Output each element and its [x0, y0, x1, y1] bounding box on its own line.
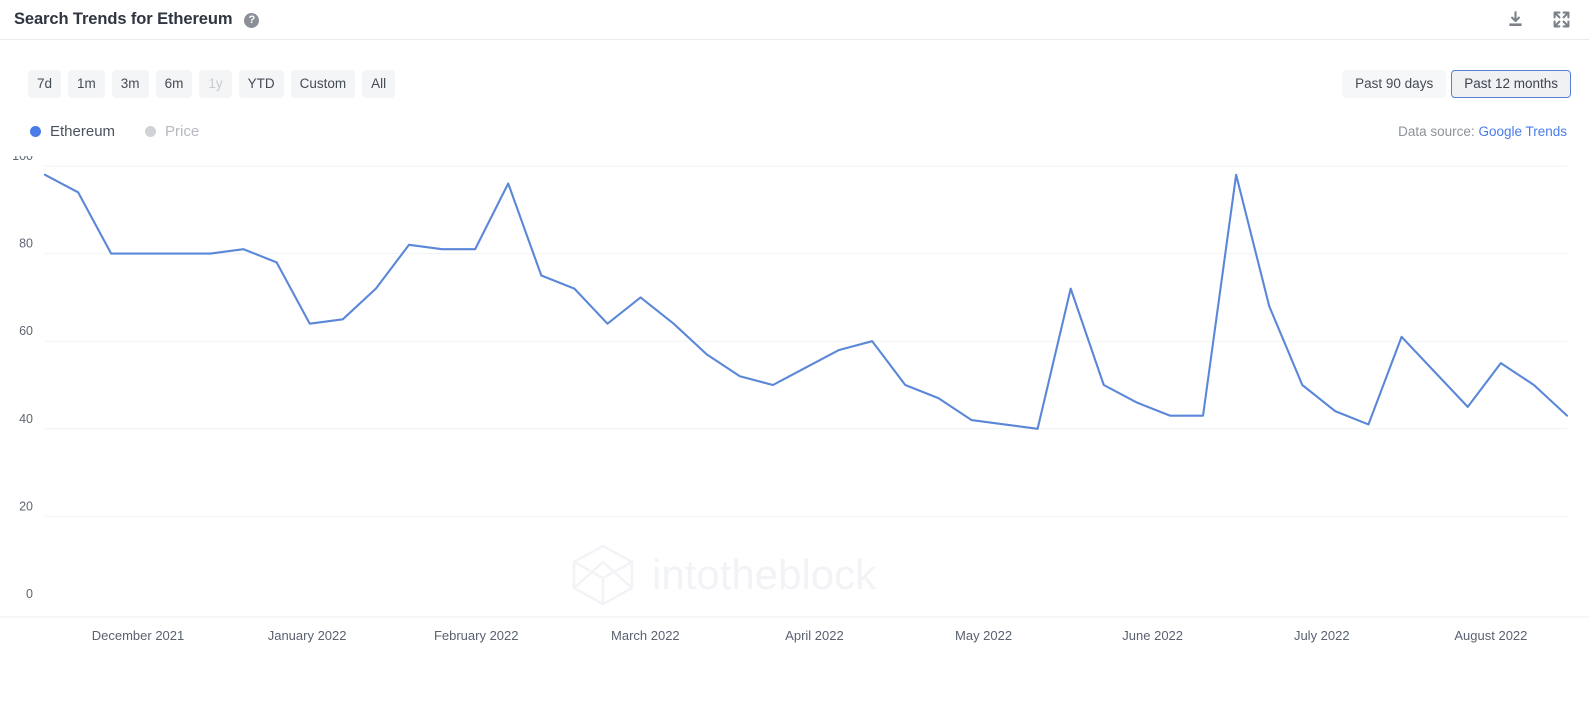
x-axis-tick-0: December 2021 — [92, 628, 185, 643]
fullscreen-expand-icon[interactable] — [1551, 10, 1571, 30]
chart-controls: 7d 1m 3m 6m 1y YTD Custom All Past 90 days Past … — [0, 70, 1589, 98]
chart-canvas[interactable]: 0 20 40 60 80 100 December 2021 January 2022 Feb… — [0, 156, 1589, 664]
download-icon[interactable] — [1505, 10, 1525, 30]
x-axis-tick-6: June 2022 — [1122, 628, 1183, 643]
x-axis-tick-4: April 2022 — [785, 628, 844, 643]
series-line-ethereum — [43, 173, 1569, 430]
y-axis-tick-100: 100 — [12, 156, 33, 163]
legend-items: Ethereum Price — [30, 123, 199, 140]
y-axis-tick-40: 40 — [19, 412, 33, 426]
y-axis-tick-0: 0 — [26, 587, 33, 601]
range-button-1y: 1y — [199, 70, 232, 98]
range-button-1m[interactable]: 1m — [68, 70, 105, 98]
legend-item-label: Price — [165, 122, 200, 140]
period-button-past-12-months[interactable]: Past 12 months — [1451, 70, 1571, 98]
y-axis-tick-60: 60 — [19, 324, 33, 338]
search-trends-widget: Search Trends for Ethereum ? 7d 1m 3m 6m… — [0, 0, 1589, 704]
y-axis-tick-20: 20 — [19, 499, 33, 513]
x-axis-tick-3: March 2022 — [611, 628, 680, 643]
range-button-3m[interactable]: 3m — [111, 70, 149, 98]
question-mark-circle-icon[interactable]: ? — [244, 13, 260, 28]
widget-header: Search Trends for Ethereum ? — [0, 0, 1589, 40]
period-toggle-group: Past 90 days Past 12 months — [1342, 70, 1571, 98]
page-title: Search Trends for Ethereum — [14, 10, 233, 28]
range-button-7d[interactable]: 7d — [28, 70, 62, 98]
x-axis-tick-5: May 2022 — [955, 628, 1012, 643]
range-button-all[interactable]: All — [362, 70, 396, 98]
x-axis-tick-2: February 2022 — [434, 628, 519, 643]
legend-item-price[interactable]: Price — [145, 123, 199, 140]
header-actions — [1505, 10, 1571, 30]
range-button-6m[interactable]: 6m — [155, 70, 193, 98]
range-selector-group: 7d 1m 3m 6m 1y YTD Custom All — [28, 70, 396, 98]
chart-legend-row: Ethereum Price Data source: Google Trends — [0, 120, 1589, 142]
data-source: Data source: Google Trends — [1398, 124, 1567, 139]
x-axis-tick-1: January 2022 — [268, 628, 347, 643]
x-axis-tick-8: August 2022 — [1454, 628, 1527, 643]
line-chart: intotheblock 0 20 40 60 80 100 December 2021 Ja… — [0, 156, 1589, 664]
x-axis-tick-7: July 2022 — [1294, 628, 1350, 643]
legend-color-dot — [30, 125, 41, 137]
range-button-custom[interactable]: Custom — [290, 70, 356, 98]
data-source-prefix: Data source: — [1398, 123, 1475, 139]
legend-item-ethereum[interactable]: Ethereum — [30, 123, 115, 140]
legend-item-label: Ethereum — [50, 122, 116, 140]
range-button-ytd[interactable]: YTD — [238, 70, 284, 98]
y-axis-tick-80: 80 — [19, 237, 33, 251]
legend-color-dot — [145, 125, 157, 137]
period-button-past-90-days[interactable]: Past 90 days — [1342, 70, 1447, 98]
data-source-link[interactable]: Google Trends — [1478, 124, 1567, 139]
